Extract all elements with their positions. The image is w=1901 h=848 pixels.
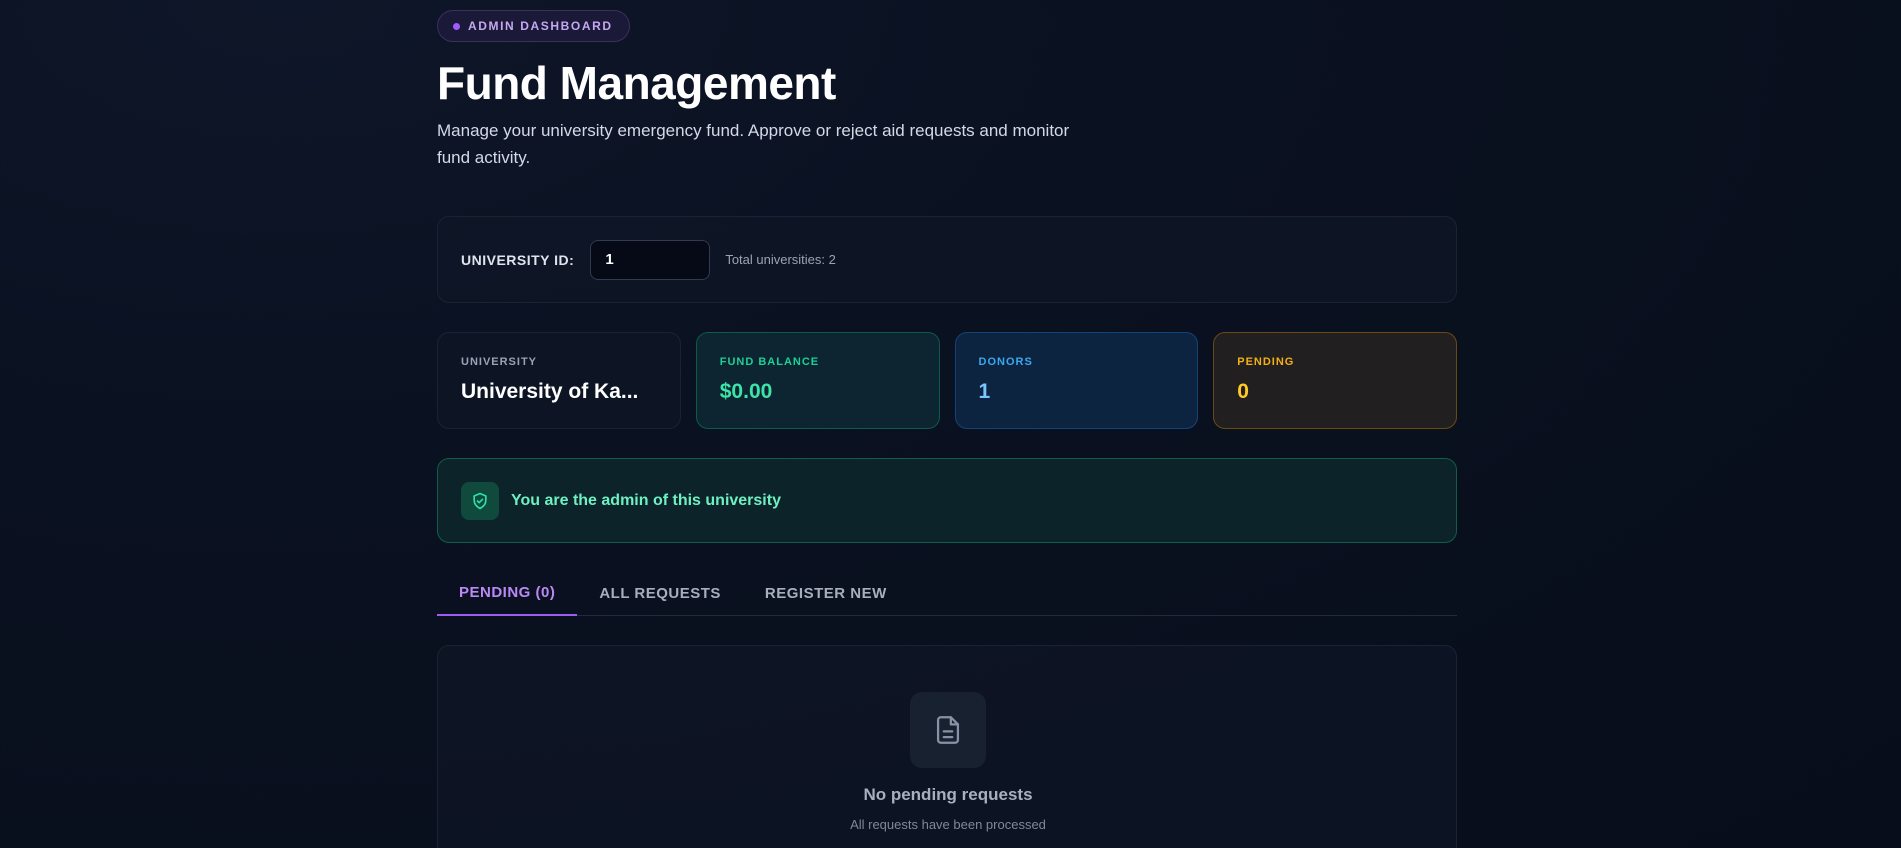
stat-card-donors: DONORS 1 xyxy=(954,332,1199,429)
empty-state-title: No pending requests xyxy=(863,785,1033,804)
document-icon xyxy=(910,692,986,768)
page-title: Fund Management xyxy=(437,57,836,109)
stat-card-fund-balance: FUND BALANCE $0.00 xyxy=(695,332,940,429)
admin-dashboard-badge: ADMIN DASHBOARD xyxy=(437,10,630,42)
empty-state-subtitle: All requests have been processed xyxy=(850,817,1046,832)
admin-notice: You are the admin of this university xyxy=(437,458,1457,543)
total-universities-text: Total universities: 2 xyxy=(725,252,836,267)
stat-value: 0 xyxy=(1237,380,1249,403)
badge-dot-icon xyxy=(453,22,460,30)
stats-row: UNIVERSITY University of Ka... FUND BALA… xyxy=(437,332,1457,429)
admin-notice-text: You are the admin of this university xyxy=(511,491,781,509)
request-tabs: PENDING (0) ALL REQUESTS REGISTER NEW xyxy=(437,570,1457,616)
tab-pending[interactable]: PENDING (0) xyxy=(437,570,578,616)
badge-label: ADMIN DASHBOARD xyxy=(468,19,613,33)
university-id-label: UNIVERSITY ID: xyxy=(461,251,575,268)
university-id-panel: UNIVERSITY ID: Total universities: 2 xyxy=(437,216,1457,303)
stat-value: 1 xyxy=(978,380,991,403)
stat-card-university: UNIVERSITY University of Ka... xyxy=(437,332,681,429)
stat-label: DONORS xyxy=(978,356,1033,368)
empty-state-card: No pending requests All requests have be… xyxy=(437,645,1457,848)
tab-register-new[interactable]: REGISTER NEW xyxy=(743,570,909,616)
tab-all-requests[interactable]: ALL REQUESTS xyxy=(577,570,743,616)
stat-label: PENDING xyxy=(1237,356,1295,368)
university-id-input[interactable] xyxy=(590,239,711,280)
page-subtitle: Manage your university emergency fund. A… xyxy=(437,121,1070,167)
stat-label: UNIVERSITY xyxy=(461,356,538,368)
stat-label: FUND BALANCE xyxy=(719,356,820,368)
stat-value: University of Ka... xyxy=(461,380,639,403)
shield-check-icon xyxy=(461,481,499,520)
stat-value: $0.00 xyxy=(719,380,773,403)
stat-card-pending: PENDING 0 xyxy=(1213,332,1457,429)
